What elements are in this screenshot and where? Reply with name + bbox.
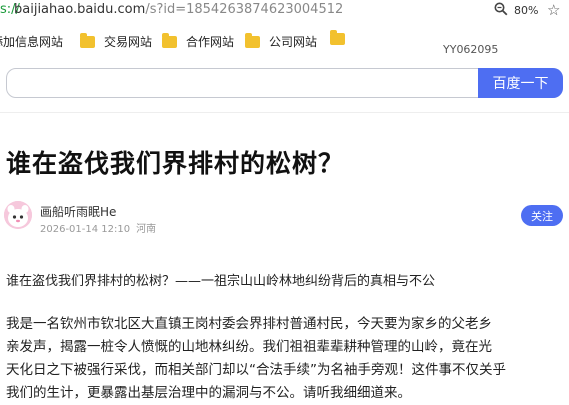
zoom-level[interactable]: 80% [514,4,538,17]
folder-icon [162,32,177,48]
search-button[interactable]: 百度一下 [478,68,563,98]
bookmark-star-icon[interactable]: ☆ [547,1,560,19]
url-text[interactable]: baijiahao.baidu.com/s?id=185426387462300… [14,2,343,17]
address-bar[interactable]: s:// baijiahao.baidu.com/s?id=1854263874… [0,0,569,22]
bookmark-item-trade[interactable]: 交易网站 [80,32,153,50]
url-host: baijiahao.baidu.com [14,2,146,17]
publish-location: 河南 [136,224,157,235]
zoom-icon[interactable] [494,2,508,16]
article-paragraph: 我是一名钦州市钦北区大直镇王岗村委会界排村普通村民，今天要为家乡的父老乡 亲发声… [6,313,566,405]
avatar-image [4,201,32,229]
bookmark-item-folder[interactable] [330,30,354,45]
bookmark-label: 公司网站 [269,35,318,49]
paragraph-line: 我们的生计，更暴露出基层治理中的漏洞与不公。请听我细细道来。 [6,385,411,401]
header-divider [0,112,569,113]
folder-icon [80,32,95,48]
bookmark-label: 添加信息网站 [0,35,64,49]
avatar[interactable] [4,201,32,229]
article-subtitle: 谁在盗伐我们界排村的松树？——一祖宗山山岭林地纠纷背后的真相与不公 [6,274,436,289]
article-meta: 2026-01-14 12:10 河南 [40,220,156,235]
publish-date: 2026-01-14 12:10 [40,224,131,235]
bookmark-item-company[interactable]: 公司网站 [245,32,318,50]
article-title: 谁在盗伐我们界排村的松树？ [6,149,345,178]
folder-icon [330,30,345,45]
paragraph-line: 天化日之下被强行采伐，而相关部门却以“合法手续”为名袖手旁观！这件事不仅关乎 [6,362,506,378]
watermark-code: YY062095 [443,43,499,56]
bookmark-item-partner[interactable]: 合作网站 [162,32,235,50]
url-path: /s?id=1854263874623004512 [145,2,344,17]
paragraph-line: 亲发声，揭露一桩令人愤慨的山地林纠纷。我们祖祖辈辈耕种管理的山岭，竟在光 [6,339,492,355]
author-name[interactable]: 画船听雨眠He [40,203,116,220]
bookmark-item-add-site[interactable]: 添加信息网站 [0,33,63,50]
folder-icon [245,32,260,48]
paragraph-line: 我是一名钦州市钦北区大直镇王岗村委会界排村普通村民，今天要为家乡的父老乡 [6,316,492,332]
bookmark-label: 合作网站 [186,35,235,49]
bookmark-label: 交易网站 [104,35,153,49]
follow-button[interactable]: 关注 [521,205,563,226]
